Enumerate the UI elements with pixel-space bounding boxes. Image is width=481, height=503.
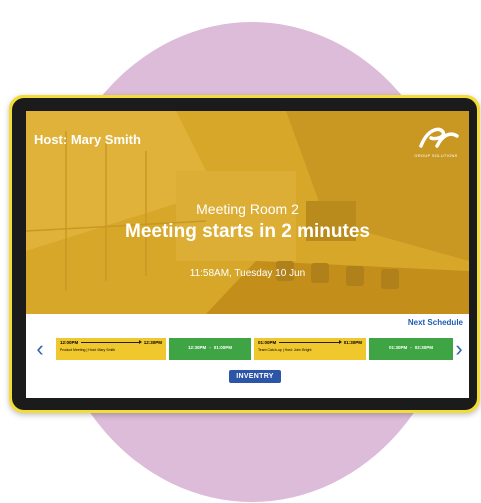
slot-start: 12:00PM <box>60 340 79 345</box>
arrow-right-icon <box>279 340 343 344</box>
slot-end: 01:30PM <box>343 340 362 345</box>
slot-end: 12:30PM <box>143 340 162 345</box>
inventry-logo: INVENTRY <box>229 370 281 383</box>
slot-time-range: 12:00PM 12:30PM <box>60 340 162 345</box>
slot-end: 02:30PM <box>414 345 434 350</box>
chevron-left-icon[interactable]: ‹ <box>34 337 46 361</box>
slot-time-range: 12:30PM - 01:00PM <box>173 345 247 350</box>
arrow-right-icon <box>81 340 143 344</box>
schedule-slot[interactable]: 01:00PM 01:30PM Team Catch-up | Host: Jo… <box>254 338 366 360</box>
chevron-right-icon[interactable]: › <box>453 337 465 361</box>
current-datetime: 11:58AM, Tuesday 10 Jun <box>189 268 306 279</box>
slot-separator: - <box>209 345 211 350</box>
hero-banner: Host: Mary Smith GROUP SOLUTIONS Meeting… <box>26 111 469 314</box>
schedule-slot[interactable]: 12:00PM 12:30PM Product Meeting | Host: … <box>56 338 166 360</box>
meeting-status: Meeting starts in 2 minutes <box>125 221 370 242</box>
company-logo: GROUP SOLUTIONS <box>413 124 459 158</box>
slot-separator: - <box>410 345 412 350</box>
room-display-screen: Host: Mary Smith GROUP SOLUTIONS Meeting… <box>26 111 469 398</box>
host-name: Host: Mary Smith <box>34 132 141 147</box>
room-name: Meeting Room 2 <box>196 201 299 217</box>
schedule-slot[interactable]: 01:30PM - 02:30PM <box>369 338 453 360</box>
slot-meeting: Team Catch-up | Host: John Bright <box>258 348 312 352</box>
logo-text: GROUP SOLUTIONS <box>414 153 458 158</box>
slot-time-range: 01:30PM - 02:30PM <box>373 345 449 350</box>
slot-meeting: Product Meeting | Host: Mary Smith <box>60 348 116 352</box>
schedule-slot[interactable]: 12:30PM - 01:00PM <box>169 338 251 360</box>
slot-start: 01:30PM <box>388 345 408 350</box>
slot-time-range: 01:00PM 01:30PM <box>258 340 362 345</box>
slot-end: 01:00PM <box>213 345 233 350</box>
slot-start: 01:00PM <box>258 340 277 345</box>
logo-mark-icon <box>419 127 459 148</box>
schedule-slots: 12:00PM 12:30PM Product Meeting | Host: … <box>56 338 453 360</box>
next-schedule-label: Next Schedule <box>407 318 463 327</box>
slot-start: 12:30PM <box>187 345 207 350</box>
